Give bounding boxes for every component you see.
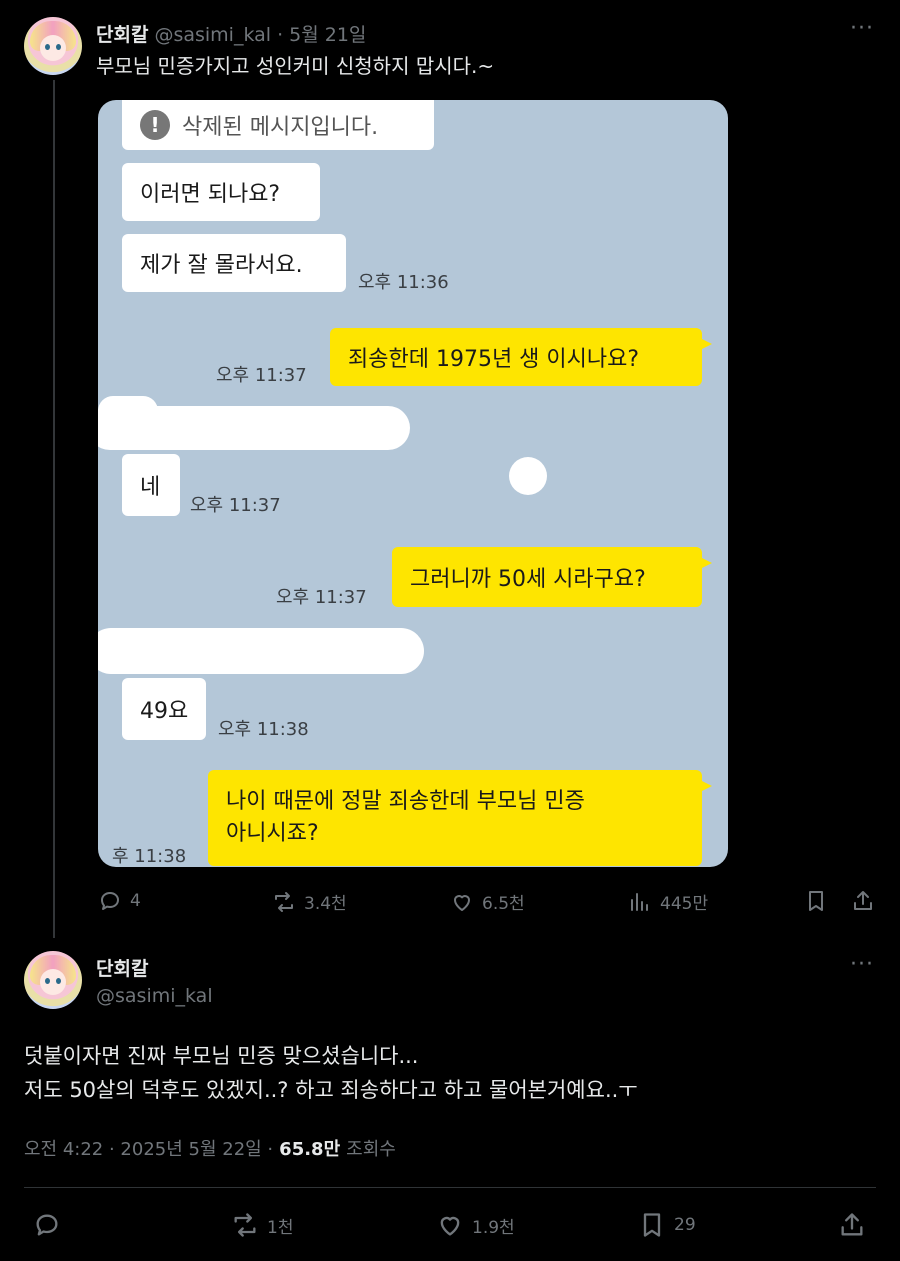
redaction-scribble (98, 628, 424, 674)
display-name[interactable]: 단회칼 (96, 20, 148, 47)
chat-bubble: 이러면 되나요? (122, 163, 320, 221)
tweet-text: 부모님 민증가지고 성인커미 신청하지 맙시다.~ (96, 54, 495, 78)
like-button[interactable]: 1.9천 (436, 1211, 515, 1239)
redaction-scribble (98, 396, 158, 426)
divider (24, 1187, 876, 1188)
bookmark-icon (643, 1213, 661, 1237)
tweet-timestamp[interactable]: 오전 4:22 · 2025년 5월 22일 · (24, 1135, 273, 1161)
reply-button[interactable] (33, 1211, 61, 1239)
retweet-icon (275, 891, 293, 912)
white-dot (509, 457, 547, 495)
tweet-meta: 오전 4:22 · 2025년 5월 22일 · 65.8만 조회수 (24, 1135, 396, 1161)
chat-timestamp: 오후 11:36 (358, 272, 449, 293)
chat-bubble-mine: 죄송한데 1975년 생 이시나요? (330, 328, 712, 386)
chat-timestamp: 오후 11:37 (276, 587, 367, 608)
reply-icon (36, 1214, 58, 1236)
bookmark-count: 29 (674, 1215, 696, 1235)
alert-icon: ! (140, 110, 170, 140)
reply-icon (101, 892, 119, 910)
deleted-message-text: 삭제된 메시지입니다. (182, 115, 379, 140)
more-icon[interactable]: ··· (850, 16, 874, 41)
view-label: 조회수 (346, 1139, 396, 1160)
like-button[interactable]: 6.5천 (450, 889, 525, 914)
chat-bubble: 네 (122, 454, 180, 516)
tweet-text: 덧붙이자면 진짜 부모님 민증 맞으셨습니다... 저도 50살의 덕후도 있겠… (24, 1039, 638, 1107)
user-handle[interactable]: @sasimi_kal (96, 985, 213, 1007)
share-button[interactable] (838, 1211, 866, 1239)
tweet-text-line: 덧붙이자면 진짜 부모님 민증 맞으셨습니다... (24, 1044, 419, 1068)
tweet-date[interactable]: · 5월 21일 (277, 20, 366, 47)
heart-icon (440, 1216, 460, 1236)
chat-bubble: 제가 잘 몰라서요. (122, 234, 346, 292)
chat-bubble-deleted: ! 삭제된 메시지입니다. (122, 100, 434, 150)
chat-timestamp: 후 11:38 (112, 846, 187, 867)
retweet-icon (234, 1213, 256, 1237)
share-button[interactable] (851, 889, 875, 913)
views-icon (631, 892, 648, 911)
user-handle[interactable]: @sasimi_kal (154, 24, 271, 46)
retweet-button[interactable]: 3.4천 (272, 889, 347, 914)
reply-count: 4 (130, 891, 141, 911)
tweet-text-line: 저도 50살의 덕후도 있겠지..? 하고 죄송하다고 하고 물어본거예요..ㅜ (24, 1078, 638, 1102)
bookmark-button[interactable] (804, 889, 828, 913)
display-name[interactable]: 단회칼 (96, 954, 148, 981)
chat-timestamp: 오후 11:37 (216, 365, 307, 386)
bookmark-icon (809, 891, 823, 911)
reply-button[interactable]: 4 (98, 889, 141, 913)
share-icon (841, 1213, 863, 1236)
avatar[interactable] (24, 951, 82, 1009)
chat-timestamp: 오후 11:37 (190, 495, 281, 516)
bookmark-button[interactable]: 29 (638, 1211, 696, 1239)
avatar[interactable] (24, 17, 82, 75)
retweet-count: 3.4천 (304, 894, 347, 914)
tweet-media-image[interactable]: ! 삭제된 메시지입니다. 이러면 되나요? 제가 잘 몰라서요. 오후 11:… (98, 100, 728, 867)
thread-line (53, 80, 55, 938)
views-button[interactable]: 445만 (628, 889, 708, 914)
like-count: 6.5천 (482, 894, 525, 914)
chat-bubble-mine: 그러니까 50세 시라구요? (392, 547, 712, 607)
more-icon[interactable]: ··· (850, 952, 874, 977)
like-count: 1.9천 (472, 1217, 515, 1238)
views-count: 445만 (660, 894, 709, 914)
chat-timestamp: 오후 11:38 (218, 719, 309, 740)
heart-icon (454, 894, 470, 911)
share-icon (854, 891, 872, 910)
chat-bubble-line: 아니시죠? (226, 821, 319, 846)
chat-bubble: 49요 (122, 678, 206, 740)
retweet-count: 1천 (267, 1217, 294, 1238)
view-count: 65.8만 (279, 1139, 341, 1160)
chat-bubble-line: 나이 때문에 정말 죄송한데 부모님 민증 (226, 789, 585, 814)
chat-bubble-mine: 나이 때문에 정말 죄송한데 부모님 민증 아니시죠? (208, 770, 712, 866)
retweet-button[interactable]: 1천 (231, 1211, 293, 1239)
tweet1-header: 단회칼 @sasimi_kal · 5월 21일 (96, 20, 366, 47)
